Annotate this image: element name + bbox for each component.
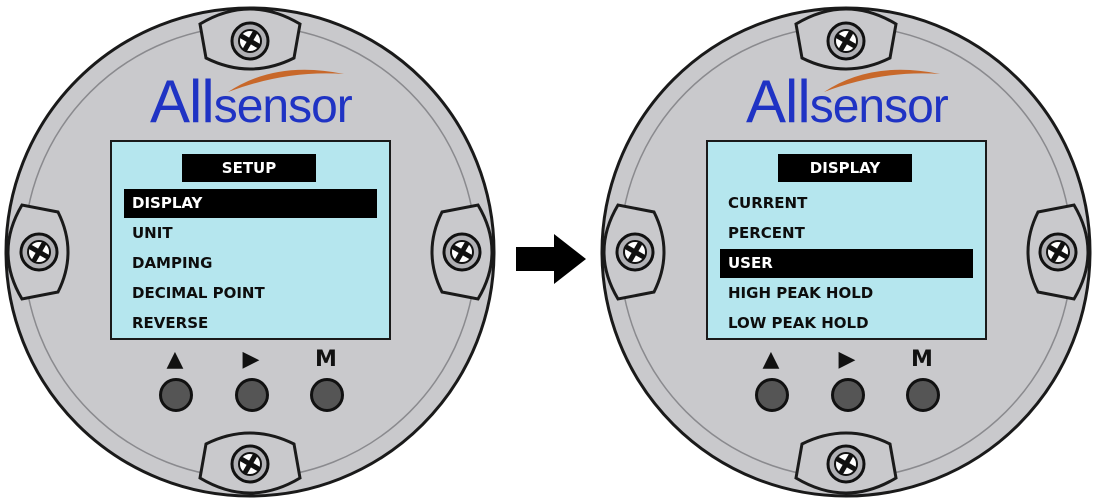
right-button[interactable] bbox=[831, 378, 865, 412]
up-label-icon: ▲ bbox=[762, 347, 780, 372]
menu-list: DISPLAY UNIT DAMPING DECIMAL POINT REVER… bbox=[124, 189, 377, 339]
screen-title: SETUP bbox=[182, 154, 316, 182]
menu-item-unit[interactable]: UNIT bbox=[124, 219, 377, 248]
menu-item-low-peak-hold[interactable]: LOW PEAK HOLD bbox=[720, 309, 973, 338]
brand-name-part2: sensor bbox=[213, 80, 353, 133]
right-label-icon: ▶ bbox=[242, 347, 260, 372]
screen-title: DISPLAY bbox=[778, 154, 912, 182]
mode-button[interactable] bbox=[906, 378, 940, 412]
menu-item-user[interactable]: USER bbox=[720, 249, 973, 278]
mode-label: M bbox=[911, 347, 933, 372]
right-button[interactable] bbox=[235, 378, 269, 412]
right-label-icon: ▶ bbox=[838, 347, 856, 372]
screw-left-icon bbox=[615, 232, 655, 272]
up-button[interactable] bbox=[755, 378, 789, 412]
device-right: Allsensor DISPLAY CURRENT PERCENT USER H… bbox=[596, 0, 1097, 501]
lcd-screen: DISPLAY CURRENT PERCENT USER HIGH PEAK H… bbox=[706, 140, 987, 340]
button-labels: ▲ ▶ M bbox=[150, 346, 360, 376]
menu-item-current[interactable]: CURRENT bbox=[720, 189, 973, 218]
menu-item-percent[interactable]: PERCENT bbox=[720, 219, 973, 248]
brand-logo: Allsensor bbox=[150, 68, 370, 138]
screw-top-icon bbox=[826, 21, 866, 61]
brand-name-part1: All bbox=[746, 68, 811, 135]
right-arrow-icon bbox=[516, 234, 586, 284]
brand-logo: Allsensor bbox=[746, 68, 966, 138]
screw-left-icon bbox=[19, 232, 59, 272]
menu-list: CURRENT PERCENT USER HIGH PEAK HOLD LOW … bbox=[720, 189, 973, 339]
up-button[interactable] bbox=[159, 378, 193, 412]
mode-button[interactable] bbox=[310, 378, 344, 412]
device-left: Allsensor SETUP DISPLAY UNIT DAMPING DEC… bbox=[0, 0, 501, 501]
lcd-screen: SETUP DISPLAY UNIT DAMPING DECIMAL POINT… bbox=[110, 140, 391, 340]
brand-name-part1: All bbox=[150, 68, 215, 135]
up-label-icon: ▲ bbox=[166, 347, 184, 372]
brand-name-part2: sensor bbox=[809, 80, 949, 133]
menu-item-reverse[interactable]: REVERSE bbox=[124, 309, 377, 338]
screw-bottom-icon bbox=[230, 444, 270, 484]
menu-item-display[interactable]: DISPLAY bbox=[124, 189, 377, 218]
menu-item-decimal-point[interactable]: DECIMAL POINT bbox=[124, 279, 377, 308]
screw-top-icon bbox=[230, 21, 270, 61]
screw-bottom-icon bbox=[826, 444, 866, 484]
menu-item-damping[interactable]: DAMPING bbox=[124, 249, 377, 278]
mode-label: M bbox=[315, 347, 337, 372]
button-labels: ▲ ▶ M bbox=[746, 346, 956, 376]
screw-right-icon bbox=[442, 232, 482, 272]
menu-item-high-peak-hold[interactable]: HIGH PEAK HOLD bbox=[720, 279, 973, 308]
screw-right-icon bbox=[1038, 232, 1078, 272]
